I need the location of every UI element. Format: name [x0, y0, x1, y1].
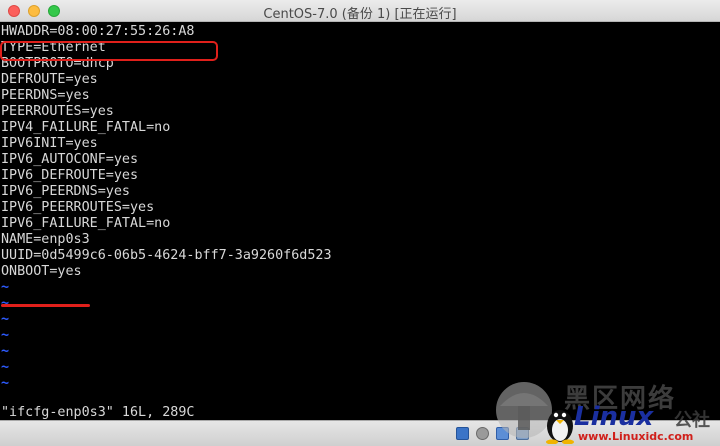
empty-line-marker: ~: [1, 280, 10, 295]
vim-terminal[interactable]: HWADDR=08:00:27:55:26:A8 TYPE=Ethernet B…: [0, 22, 720, 420]
config-line-peerdns: PEERDNS=yes: [1, 88, 90, 103]
window-titlebar[interactable]: CentOS-7.0 (备份 1) [正在运行]: [0, 0, 720, 22]
vm-window: CentOS-7.0 (备份 1) [正在运行] HWADDR=08:00:27…: [0, 0, 720, 446]
site-watermark: 黑区网络 Linux 公社 www.Linuxidc.com: [478, 376, 720, 446]
empty-line-marker: ~: [1, 328, 10, 343]
watermark-url-text: www.Linuxidc.com: [578, 430, 694, 443]
config-line-ipv6init: IPV6INIT=yes: [1, 136, 98, 151]
empty-line-marker: ~: [1, 360, 10, 375]
config-line-ipv6-defroute: IPV6_DEFROUTE=yes: [1, 168, 139, 183]
hwaddr-highlight-box: [0, 41, 218, 61]
config-line-uuid: UUID=0d5499c6-06b5-4624-bff7-3a9260f6d52…: [1, 248, 332, 263]
config-line-ipv6-failure: IPV6_FAILURE_FATAL=no: [1, 216, 171, 231]
window-title: CentOS-7.0 (备份 1) [正在运行]: [263, 7, 457, 22]
empty-line-marker: ~: [1, 312, 10, 327]
empty-line-marker: ~: [1, 344, 10, 359]
watermark-linux-text: Linux: [574, 402, 654, 432]
config-line-ipv6-peerdns: IPV6_PEERDNS=yes: [1, 184, 130, 199]
network-status-icon[interactable]: [456, 427, 469, 440]
watermark-she-text: 公社: [674, 410, 710, 431]
onboot-highlight-underline: [1, 304, 90, 307]
config-line-defroute: DEFROUTE=yes: [1, 72, 98, 87]
vim-status-line: "ifcfg-enp0s3" 16L, 289C: [1, 405, 195, 420]
config-line-ipv6-autoconf: IPV6_AUTOCONF=yes: [1, 152, 139, 167]
empty-line-marker: ~: [1, 376, 10, 391]
config-line-peerroutes: PEERROUTES=yes: [1, 104, 114, 119]
config-line-ipv4-failure: IPV4_FAILURE_FATAL=no: [1, 120, 171, 135]
config-line-onboot: ONBOOT=yes: [1, 264, 82, 279]
config-line-name: NAME=enp0s3: [1, 232, 90, 247]
config-line-ipv6-peerroutes: IPV6_PEERROUTES=yes: [1, 200, 155, 215]
config-line-hwaddr: HWADDR=08:00:27:55:26:A8: [1, 24, 195, 39]
